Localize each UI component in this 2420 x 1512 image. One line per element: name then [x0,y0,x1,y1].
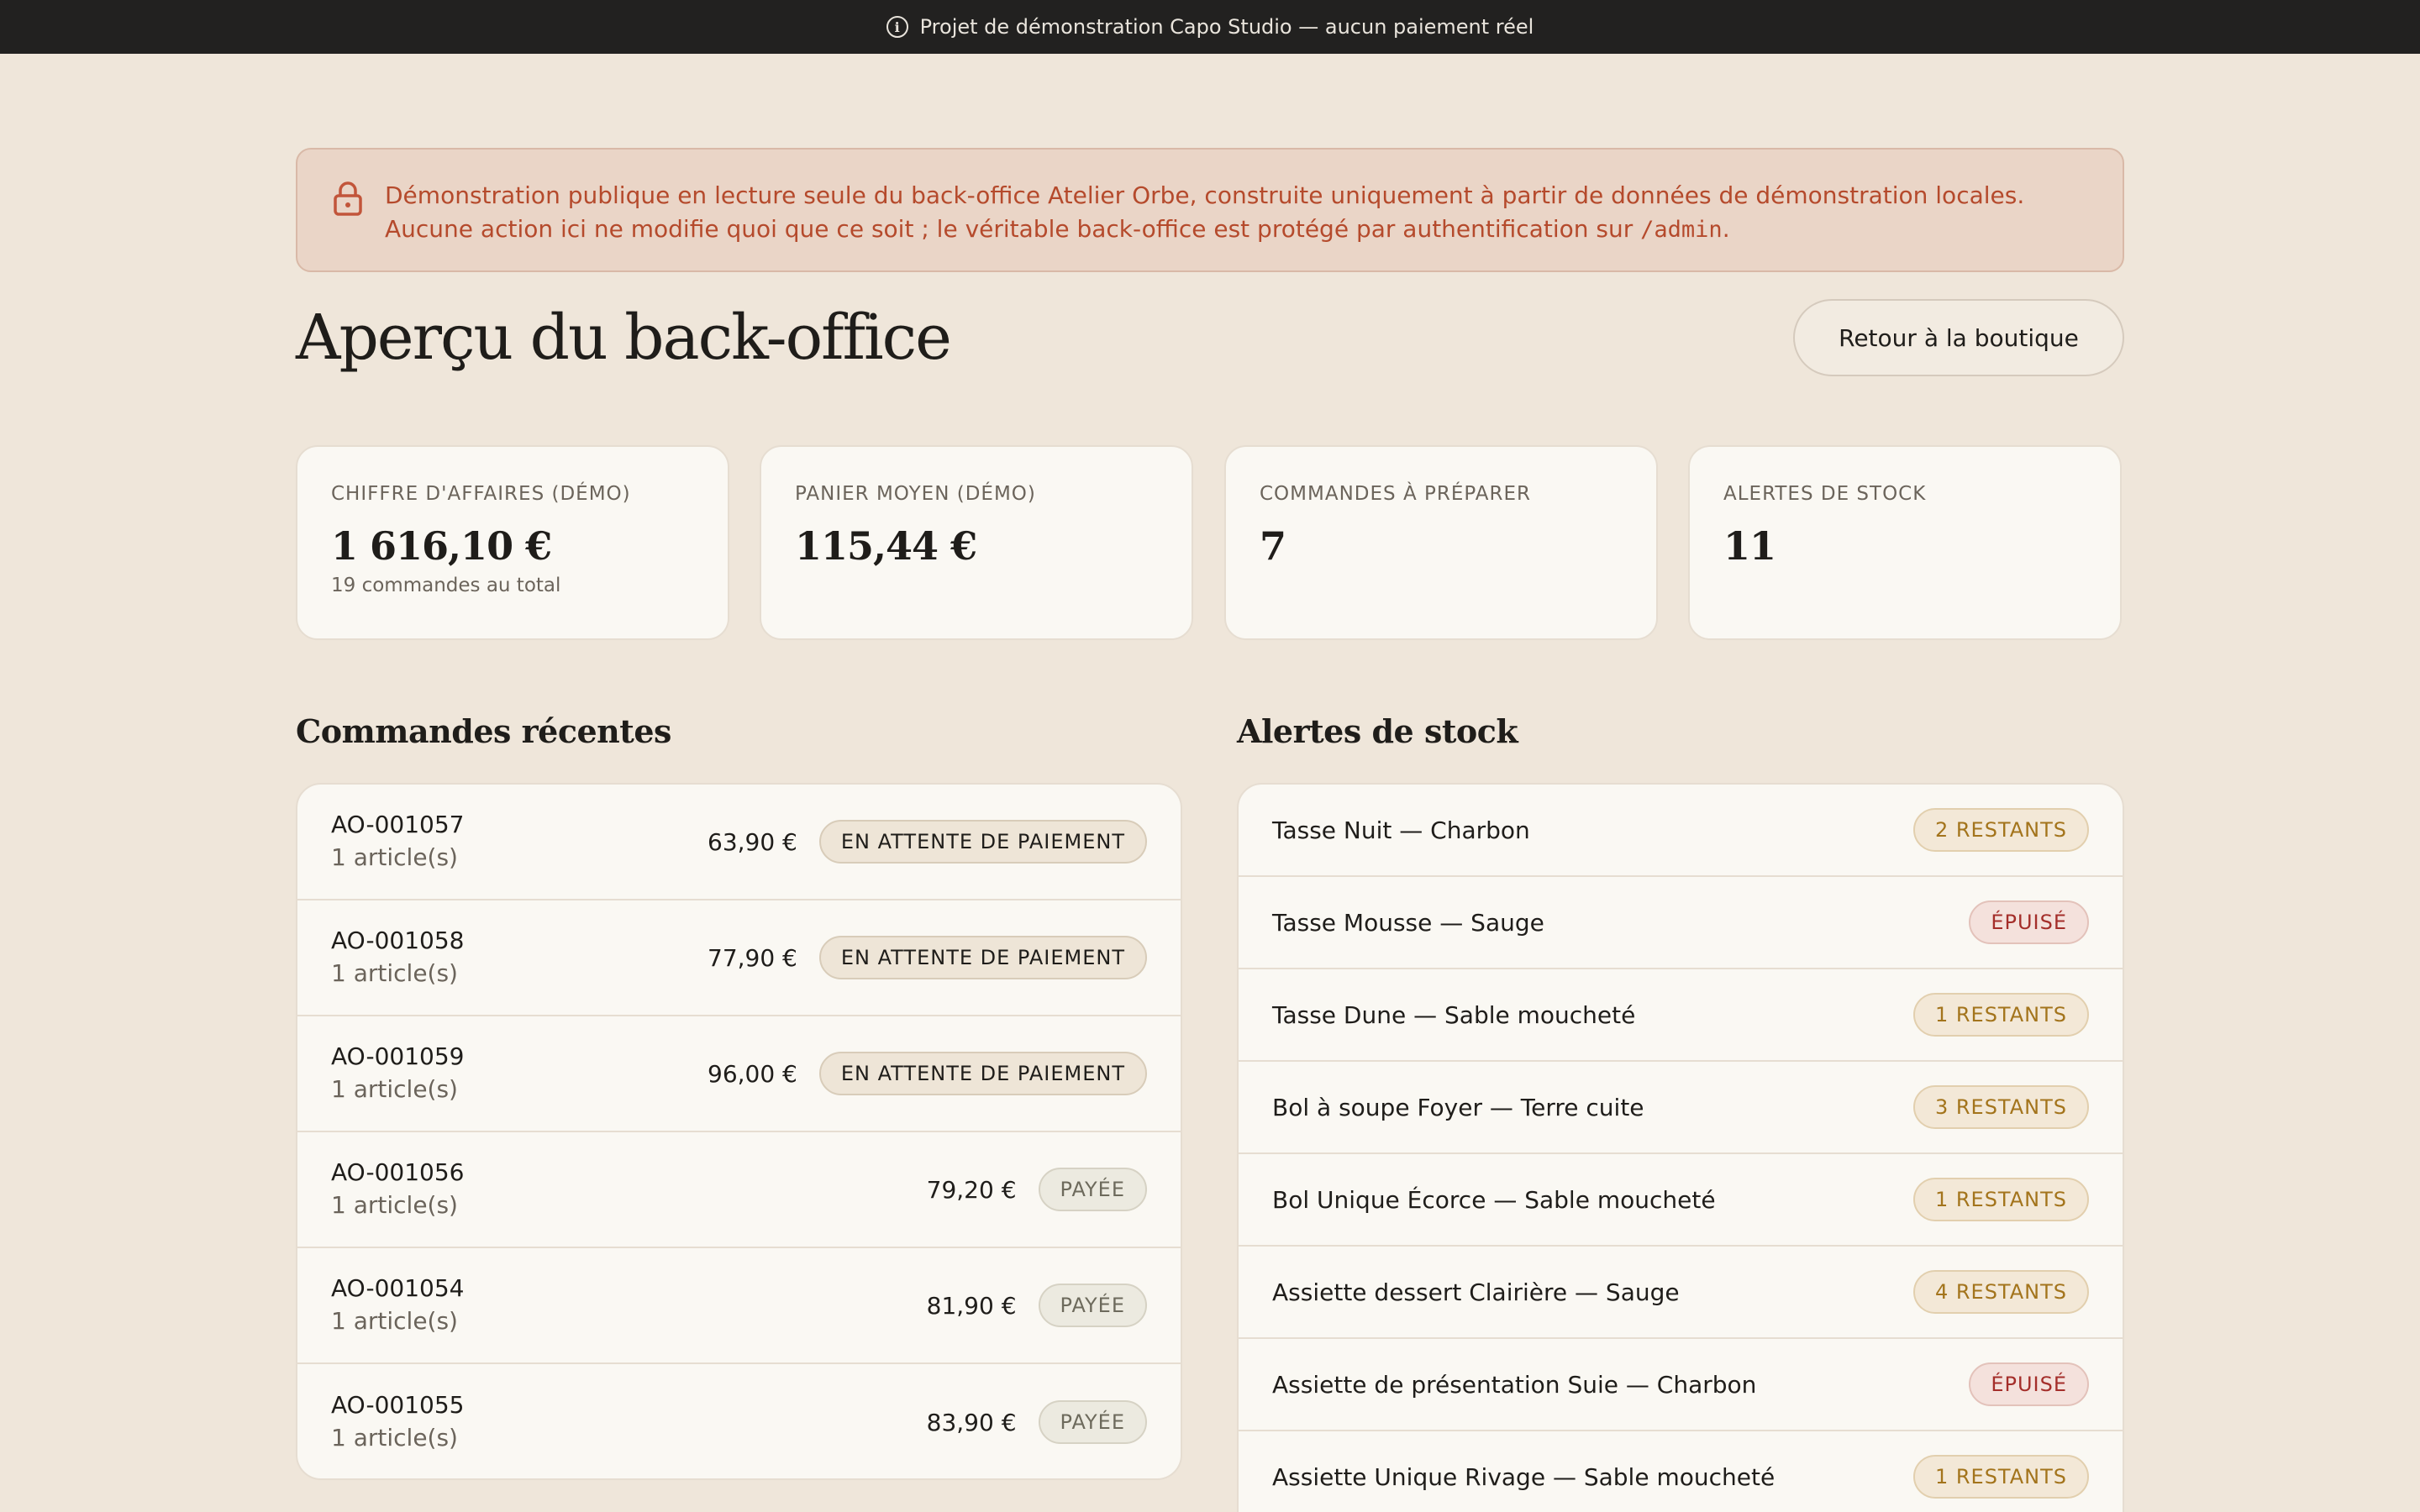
notice-line-2: Aucune action ici ne modifie quoi que ce… [385,213,2089,247]
order-id: AO-001056 [331,1158,465,1186]
order-row[interactable]: AO-001059 1 article(s) 96,00 € EN ATTENTE… [297,1016,1181,1132]
lock-icon [334,181,362,216]
back-to-shop-button[interactable]: Retour à la boutique [1793,299,2124,376]
stock-badge: ÉPUISÉ [1969,900,2089,944]
product-name: Tasse Nuit — Charbon [1272,816,1530,844]
kpi-card-revenue: CHIFFRE D'AFFAIRES (DÉMO) 1 616,10 € 19 … [296,445,729,640]
order-item-count: 1 article(s) [331,1191,458,1219]
kpi-label: CHIFFRE D'AFFAIRES (DÉMO) [331,483,631,505]
order-amount: 83,90 € [926,1408,1017,1436]
stock-badge: ÉPUISÉ [1969,1362,2089,1406]
order-row[interactable]: AO-001058 1 article(s) 77,90 € EN ATTENTE… [297,900,1181,1016]
stock-badge: 1 RESTANTS [1912,993,2089,1037]
kpi-card-orders-to-prepare: COMMANDES À PRÉPARER 7 [1224,445,1658,640]
order-item-count: 1 article(s) [331,1424,458,1452]
product-name: Bol à soupe Foyer — Terre cuite [1272,1093,1644,1121]
order-amount: 96,00 € [708,1059,797,1088]
product-name: Assiette Unique Rivage — Sable moucheté [1272,1462,1776,1491]
order-item-count: 1 article(s) [331,1075,458,1103]
notice-line-1: Démonstration publique en lecture seule … [385,181,2025,209]
stock-row[interactable]: Bol à soupe Foyer — Terre cuite 3 RESTAN… [1239,1062,2123,1154]
stock-row[interactable]: Assiette de présentation Suie — Charbon … [1239,1339,2123,1431]
order-id: AO-001059 [331,1042,465,1070]
demo-banner: i Projet de démonstration Capo Studio — … [0,0,2420,54]
order-row[interactable]: AO-001055 1 article(s) 83,90 € PAYÉE [297,1364,1181,1478]
kpi-value: 11 [1723,523,1776,569]
order-amount: 77,90 € [708,943,797,972]
status-badge: PAYÉE [1038,1168,1147,1211]
status-badge: EN ATTENTE DE PAIEMENT [818,820,1147,864]
status-badge: EN ATTENTE DE PAIEMENT [818,1052,1147,1095]
stock-row[interactable]: Tasse Mousse — Sauge ÉPUISÉ [1239,877,2123,969]
stock-badge: 4 RESTANTS [1912,1270,2089,1314]
order-amount: 81,90 € [926,1291,1017,1320]
stock-row[interactable]: Tasse Nuit — Charbon 2 RESTANTS [1239,785,2123,877]
stock-badge: 1 RESTANTS [1912,1455,2089,1499]
order-item-count: 1 article(s) [331,1307,458,1335]
stock-alerts-title: Alertes de stock [1237,712,1518,750]
order-id: AO-001055 [331,1391,465,1419]
product-name: Assiette de présentation Suie — Charbon [1272,1370,1757,1399]
order-id: AO-001058 [331,927,465,954]
product-name: Tasse Mousse — Sauge [1272,908,1544,937]
order-item-count: 1 article(s) [331,959,458,987]
kpi-value: 115,44 € [795,523,977,569]
status-badge: PAYÉE [1038,1400,1147,1444]
stock-badge: 3 RESTANTS [1912,1085,2089,1129]
order-amount: 63,90 € [708,827,797,856]
stock-badge: 1 RESTANTS [1912,1178,2089,1221]
status-badge: PAYÉE [1038,1284,1147,1327]
recent-orders-title: Commandes récentes [296,712,671,750]
stock-badge: 2 RESTANTS [1912,808,2089,852]
read-only-notice: Démonstration publique en lecture seule … [296,148,2124,272]
notice-line-2-end: . [1722,215,1730,243]
kpi-label: ALERTES DE STOCK [1723,483,1927,505]
admin-path: /admin [1640,217,1723,243]
kpi-label: COMMANDES À PRÉPARER [1260,483,1531,505]
stock-alerts-list: Tasse Nuit — Charbon 2 RESTANTS Tasse Mo… [1237,783,2124,1512]
kpi-label: PANIER MOYEN (DÉMO) [795,483,1036,505]
stock-row[interactable]: Assiette Unique Rivage — Sable moucheté … [1239,1431,2123,1512]
order-id: AO-001054 [331,1274,465,1302]
stock-row[interactable]: Tasse Dune — Sable moucheté 1 RESTANTS [1239,969,2123,1062]
order-item-count: 1 article(s) [331,843,458,871]
kpi-card-stock-alerts: ALERTES DE STOCK 11 [1688,445,2122,640]
product-name: Assiette dessert Clairière — Sauge [1272,1278,1680,1306]
order-id: AO-001057 [331,811,465,838]
page-title: Aperçu du back-office [296,302,952,374]
demo-banner-text: Projet de démonstration Capo Studio — au… [919,15,1534,39]
kpi-value: 7 [1260,523,1286,569]
kpi-value: 1 616,10 € [331,523,552,569]
notice-line-2-text: Aucune action ici ne modifie quoi que ce… [385,215,1641,243]
recent-orders-list: AO-001057 1 article(s) 63,90 € EN ATTENTE… [296,783,1182,1480]
status-badge: EN ATTENTE DE PAIEMENT [818,936,1147,979]
order-amount: 79,20 € [926,1175,1017,1204]
stock-row[interactable]: Assiette dessert Clairière — Sauge 4 RES… [1239,1247,2123,1339]
kpi-subtext: 19 commandes au total [331,575,561,596]
order-row[interactable]: AO-001054 1 article(s) 81,90 € PAYÉE [297,1248,1181,1364]
kpi-card-average-basket: PANIER MOYEN (DÉMO) 115,44 € [760,445,1193,640]
stock-row[interactable]: Bol Unique Écorce — Sable moucheté 1 RES… [1239,1154,2123,1247]
order-row[interactable]: AO-001057 1 article(s) 63,90 € EN ATTENTE… [297,785,1181,900]
product-name: Tasse Dune — Sable moucheté [1272,1000,1636,1029]
order-row[interactable]: AO-001056 1 article(s) 79,20 € PAYÉE [297,1132,1181,1248]
product-name: Bol Unique Écorce — Sable moucheté [1272,1185,1716,1214]
info-icon: i [886,16,908,38]
